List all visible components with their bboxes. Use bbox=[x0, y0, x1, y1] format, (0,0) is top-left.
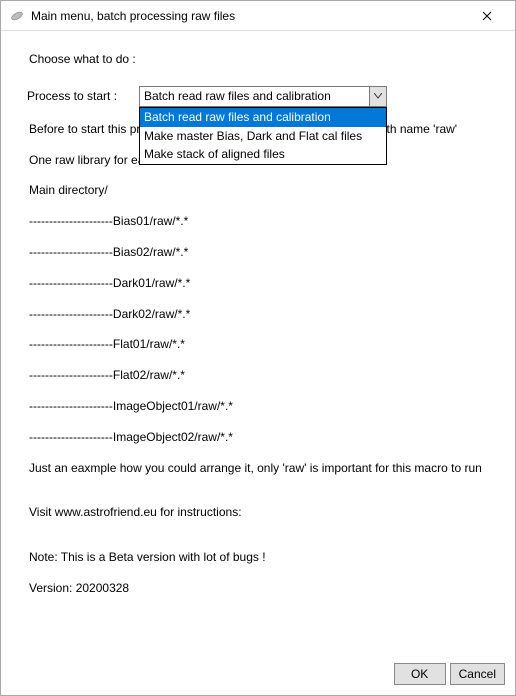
text-line: Main directory/ bbox=[29, 182, 487, 199]
text-line: Version: 20200328 bbox=[29, 580, 487, 597]
dropdown-item[interactable]: Batch read raw files and calibration bbox=[140, 108, 386, 127]
ok-button[interactable]: OK bbox=[394, 663, 446, 685]
process-row: Process to start : Batch read raw files … bbox=[29, 86, 487, 107]
content-area: Choose what to do : Process to start : B… bbox=[1, 31, 515, 653]
text-line: ---------------------Flat02/raw/*.* bbox=[29, 367, 487, 384]
dialog-window: Main menu, batch processing raw files Ch… bbox=[0, 0, 516, 696]
text-line: ---------------------Dark01/raw/*.* bbox=[29, 275, 487, 292]
cancel-button[interactable]: Cancel bbox=[450, 663, 505, 685]
text-line: Visit www.astrofriend.eu for instruction… bbox=[29, 504, 487, 521]
text-line: ---------------------Flat01/raw/*.* bbox=[29, 336, 487, 353]
text-line: ---------------------ImageObject01/raw/*… bbox=[29, 398, 487, 415]
app-icon bbox=[9, 8, 25, 24]
text-line: ---------------------Bias02/raw/*.* bbox=[29, 244, 487, 261]
text-line: ---------------------Dark02/raw/*.* bbox=[29, 306, 487, 323]
process-combo: Batch read raw files and calibration Bat… bbox=[139, 86, 387, 107]
body-text: Before to start this process, save each … bbox=[29, 121, 487, 597]
text-line: Note: This is a Beta version with lot of… bbox=[29, 549, 487, 566]
chevron-down-icon[interactable] bbox=[369, 87, 386, 106]
button-bar: OK Cancel bbox=[1, 653, 515, 695]
dropdown-item[interactable]: Make master Bias, Dark and Flat cal file… bbox=[140, 127, 386, 146]
text-line: ---------------------Bias01/raw/*.* bbox=[29, 213, 487, 230]
titlebar: Main menu, batch processing raw files bbox=[1, 1, 515, 31]
close-button[interactable] bbox=[467, 2, 507, 30]
dropdown-item[interactable]: Make stack of aligned files bbox=[140, 145, 386, 164]
process-label: Process to start : bbox=[27, 88, 139, 105]
process-combobox[interactable]: Batch read raw files and calibration bbox=[139, 86, 387, 107]
text-line: ---------------------ImageObject02/raw/*… bbox=[29, 429, 487, 446]
process-dropdown: Batch read raw files and calibration Mak… bbox=[139, 107, 387, 165]
choose-label: Choose what to do : bbox=[29, 51, 487, 68]
text-line: Just an eaxmple how you could arrange it… bbox=[29, 460, 487, 477]
window-title: Main menu, batch processing raw files bbox=[31, 9, 467, 23]
combo-selected-text: Batch read raw files and calibration bbox=[140, 88, 369, 105]
